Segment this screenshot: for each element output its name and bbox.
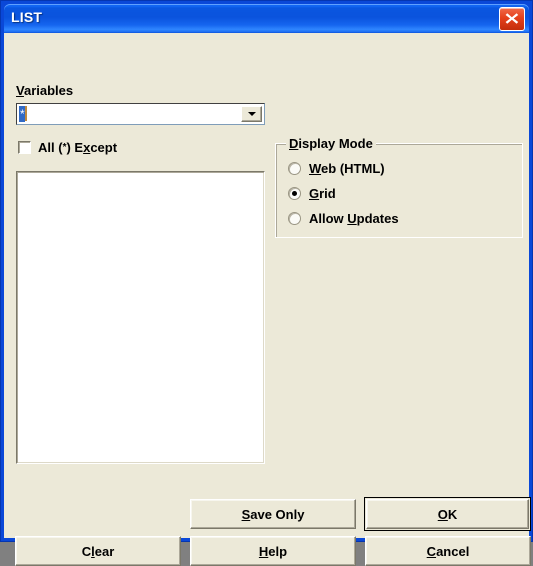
cancel-accel: C xyxy=(426,543,437,559)
ok-label: OK xyxy=(438,507,458,522)
clear-pre: C xyxy=(81,543,92,559)
radio-grid-accel: G xyxy=(309,186,320,201)
save-only-label: Save Only xyxy=(242,507,305,522)
display-mode-title-accel: D xyxy=(289,136,299,151)
save-only-button[interactable]: Save Only xyxy=(190,499,356,529)
radio-allow-updates-pre: Allow xyxy=(309,211,348,226)
cancel-button[interactable]: Cancel xyxy=(365,536,531,566)
all-except-label-after: cept xyxy=(90,140,118,155)
clear-button[interactable]: Clear xyxy=(15,536,181,566)
window-title: LIST xyxy=(11,9,43,25)
clear-label: Clear xyxy=(82,544,115,559)
radio-row-grid[interactable]: Grid xyxy=(288,186,336,201)
all-except-label-mid: ) E xyxy=(66,140,84,155)
cancel-label: Cancel xyxy=(427,544,470,559)
variables-label-rest: ariables xyxy=(23,83,74,98)
all-except-checkbox-row[interactable]: All (*) Except xyxy=(18,140,117,155)
help-button[interactable]: Help xyxy=(190,536,356,566)
display-mode-groupbox: Display Mode Web (HTML) Grid Allow Updat… xyxy=(275,136,523,238)
ok-button[interactable]: OK xyxy=(366,499,529,529)
radio-grid-post: rid xyxy=(319,186,336,201)
variables-input[interactable]: * xyxy=(17,104,241,124)
list-dialog-window: LIST Variables * All (*) Except Display … xyxy=(0,0,533,566)
ok-button-default-frame: OK xyxy=(364,497,531,531)
all-except-label-before: All ( xyxy=(38,140,63,155)
radio-grid-label: Grid xyxy=(309,186,336,201)
display-mode-title: Display Mode xyxy=(286,136,376,151)
variables-dropdown-button[interactable] xyxy=(241,106,262,122)
radio-allow-updates-accel: U xyxy=(347,211,357,226)
dialog-client-area: Variables * All (*) Except Display Mode … xyxy=(4,33,531,566)
clear-post: ear xyxy=(94,543,115,559)
close-icon xyxy=(505,13,519,24)
text-caret xyxy=(24,106,27,121)
radio-row-web-html[interactable]: Web (HTML) xyxy=(288,161,385,176)
variables-combobox[interactable]: * xyxy=(16,103,265,125)
variables-label-accel: V xyxy=(16,83,24,98)
radio-row-allow-updates[interactable]: Allow Updates xyxy=(288,211,399,226)
chevron-down-icon xyxy=(247,112,256,116)
help-label: Help xyxy=(259,544,287,559)
radio-allow-updates-label: Allow Updates xyxy=(309,211,399,226)
radio-web-html-label: Web (HTML) xyxy=(309,161,385,176)
ok-post: K xyxy=(447,506,458,522)
variables-listbox[interactable] xyxy=(16,171,265,464)
radio-grid[interactable] xyxy=(288,187,301,200)
help-accel: H xyxy=(258,543,269,559)
close-button[interactable] xyxy=(499,7,525,31)
display-mode-title-rest: isplay Mode xyxy=(298,136,373,151)
all-except-label: All (*) Except xyxy=(38,140,117,155)
variables-label: Variables xyxy=(16,83,73,98)
radio-web-html[interactable] xyxy=(288,162,301,175)
radio-web-html-accel: W xyxy=(309,161,322,176)
radio-allow-updates-post: pdates xyxy=(356,211,399,226)
help-post: elp xyxy=(268,543,288,559)
cancel-post: ancel xyxy=(436,543,470,559)
title-bar[interactable]: LIST xyxy=(4,4,529,33)
all-except-checkbox[interactable] xyxy=(18,141,31,154)
save-only-accel: S xyxy=(241,506,251,522)
save-only-post: ave Only xyxy=(250,506,305,522)
radio-web-html-post: eb (HTML) xyxy=(321,161,385,176)
radio-allow-updates[interactable] xyxy=(288,212,301,225)
ok-accel: O xyxy=(437,506,448,522)
